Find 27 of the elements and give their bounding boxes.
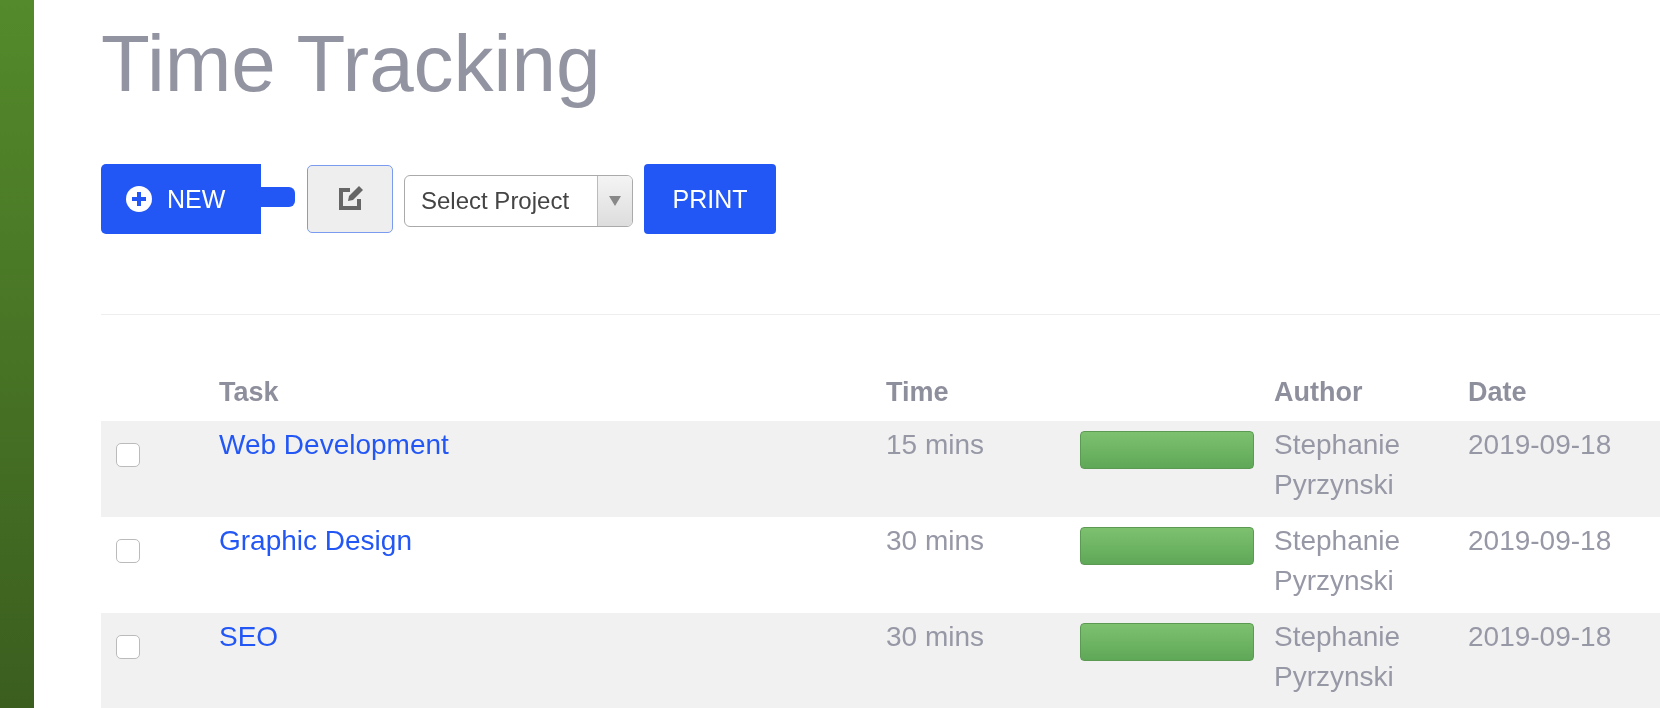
column-header: Date [1468,377,1527,409]
author-cell-text: Stephanie Pyrzynski [1274,620,1402,694]
author-cell-text: Stephanie Pyrzynski [1274,524,1402,598]
time-cell: 15 mins [886,429,985,461]
checkbox[interactable] [116,539,140,563]
time-cell: 30 mins [886,621,985,653]
task-link[interactable]: Graphic Design [219,525,412,557]
print-button[interactable]: PRINT [644,164,776,234]
date-cell: 2019-09-18 [1468,525,1612,557]
page-title: Time Tracking [101,18,601,110]
task-link[interactable]: Web Development [219,429,449,461]
date-cell: 2019-09-18 [1468,621,1612,653]
time-cell: 30 mins [886,525,985,557]
date-cell: 2019-09-18 [1468,429,1612,461]
author-cell-text: Stephanie Pyrzynski [1274,428,1402,502]
plus-circle-icon [125,185,153,213]
task-link[interactable]: SEO [219,621,279,653]
caret-icon [609,196,621,206]
edit-button[interactable] [307,165,393,233]
column-header: Time [886,377,949,409]
column-header: Task [219,377,279,409]
checkbox[interactable] [116,443,140,467]
edit-icon [336,185,364,213]
checkbox[interactable] [116,635,140,659]
project-select[interactable]: Select Project [404,175,633,227]
column-header: Author [1274,377,1363,409]
new-button[interactable]: NEW [101,164,261,234]
